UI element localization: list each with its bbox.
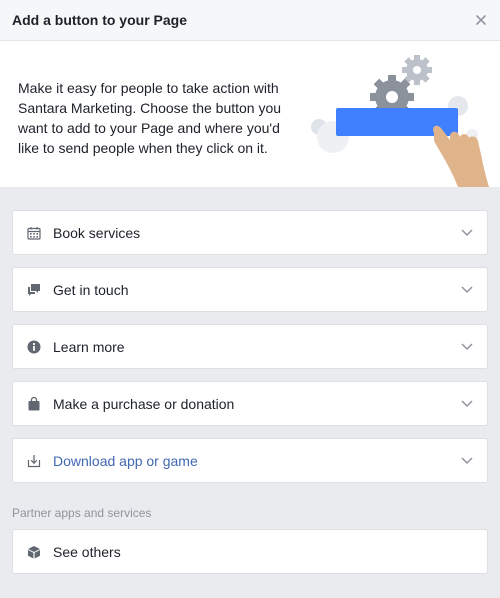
option-label: Download app or game	[53, 453, 198, 469]
option-download-app[interactable]: Download app or game	[12, 438, 488, 483]
option-label: See others	[53, 544, 121, 560]
option-label: Book services	[53, 225, 141, 241]
option-label: Get in touch	[53, 282, 129, 298]
option-label: Make a purchase or donation	[53, 396, 235, 412]
dialog-title: Add a button to your Page	[12, 12, 187, 28]
info-icon	[26, 339, 42, 355]
option-see-others[interactable]: See others	[12, 529, 488, 574]
close-icon[interactable]	[472, 11, 490, 29]
calendar-icon	[26, 225, 42, 241]
pointing-hand-icon	[433, 125, 489, 187]
partner-section-label: Partner apps and services	[12, 506, 152, 520]
chevron-down-icon	[461, 229, 473, 237]
option-book-services[interactable]: Book services	[12, 210, 488, 255]
button-illustration	[311, 55, 489, 187]
chevron-down-icon	[461, 457, 473, 465]
option-make-purchase[interactable]: Make a purchase or donation	[12, 381, 488, 426]
chevron-down-icon	[461, 400, 473, 408]
intro-text: Make it easy for people to take action w…	[18, 80, 282, 156]
option-label: Learn more	[53, 339, 125, 355]
intro-panel: Make it easy for people to take action w…	[0, 41, 500, 187]
dialog-header: Add a button to your Page	[0, 0, 500, 41]
download-icon	[26, 453, 42, 469]
cube-icon	[26, 544, 42, 560]
chevron-down-icon	[461, 286, 473, 294]
option-learn-more[interactable]: Learn more	[12, 324, 488, 369]
chat-bubbles-icon	[26, 282, 42, 298]
option-get-in-touch[interactable]: Get in touch	[12, 267, 488, 312]
add-button-dialog: Add a button to your Page Make it easy f…	[0, 0, 500, 598]
chevron-down-icon	[461, 343, 473, 351]
shopping-bag-icon	[26, 396, 42, 412]
